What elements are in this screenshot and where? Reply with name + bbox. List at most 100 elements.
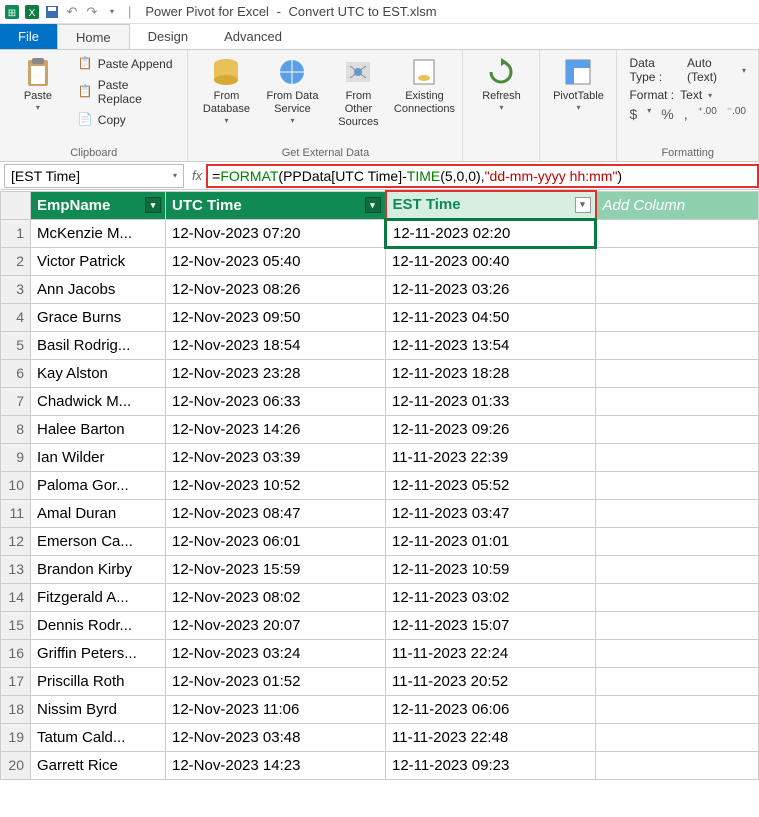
cell-empname[interactable]: Victor Patrick xyxy=(31,247,166,275)
cell-addcolumn[interactable] xyxy=(596,639,759,667)
cell-addcolumn[interactable] xyxy=(596,387,759,415)
table-row[interactable]: 20Garrett Rice12-Nov-2023 14:2312-11-202… xyxy=(1,751,759,779)
row-number[interactable]: 15 xyxy=(1,611,31,639)
save-icon[interactable] xyxy=(44,4,60,20)
cell-empname[interactable]: Fitzgerald A... xyxy=(31,583,166,611)
add-column-button[interactable]: Add Column xyxy=(596,191,759,219)
cell-empname[interactable]: Amal Duran xyxy=(31,499,166,527)
cell-addcolumn[interactable] xyxy=(596,275,759,303)
paste-button[interactable]: Paste ▾ xyxy=(8,54,68,114)
col-header-empname[interactable]: EmpName▾ xyxy=(31,191,166,219)
table-row[interactable]: 6Kay Alston12-Nov-2023 23:2812-11-2023 1… xyxy=(1,359,759,387)
cell-esttime[interactable]: 11-11-2023 20:52 xyxy=(386,667,596,695)
decrease-decimal-button[interactable]: ⁻.00 xyxy=(727,106,746,122)
fx-icon[interactable]: fx xyxy=(188,168,206,183)
cell-esttime[interactable]: 12-11-2023 15:07 xyxy=(386,611,596,639)
cell-esttime[interactable]: 12-11-2023 13:54 xyxy=(386,331,596,359)
cell-empname[interactable]: Tatum Cald... xyxy=(31,723,166,751)
cell-addcolumn[interactable] xyxy=(596,527,759,555)
filter-icon[interactable]: ▾ xyxy=(365,197,381,213)
cell-utctime[interactable]: 12-Nov-2023 06:33 xyxy=(166,387,386,415)
row-number[interactable]: 10 xyxy=(1,471,31,499)
cell-empname[interactable]: McKenzie M... xyxy=(31,219,166,247)
cell-empname[interactable]: Ann Jacobs xyxy=(31,275,166,303)
tab-advanced[interactable]: Advanced xyxy=(206,24,300,49)
filter-icon[interactable]: ▾ xyxy=(145,197,161,213)
cell-addcolumn[interactable] xyxy=(596,695,759,723)
row-number[interactable]: 9 xyxy=(1,443,31,471)
cell-utctime[interactable]: 12-Nov-2023 14:23 xyxy=(166,751,386,779)
table-row[interactable]: 18Nissim Byrd12-Nov-2023 11:0612-11-2023… xyxy=(1,695,759,723)
cell-utctime[interactable]: 12-Nov-2023 08:26 xyxy=(166,275,386,303)
table-row[interactable]: 3Ann Jacobs12-Nov-2023 08:2612-11-2023 0… xyxy=(1,275,759,303)
cell-addcolumn[interactable] xyxy=(596,443,759,471)
cell-addcolumn[interactable] xyxy=(596,219,759,247)
cell-addcolumn[interactable] xyxy=(596,611,759,639)
cell-utctime[interactable]: 12-Nov-2023 01:52 xyxy=(166,667,386,695)
paste-dropdown-icon[interactable]: ▾ xyxy=(36,103,40,112)
name-box[interactable]: [EST Time] ▾ xyxy=(4,164,184,188)
namebox-dropdown-icon[interactable]: ▾ xyxy=(173,171,177,180)
row-number[interactable]: 2 xyxy=(1,247,31,275)
row-number[interactable]: 7 xyxy=(1,387,31,415)
cell-addcolumn[interactable] xyxy=(596,303,759,331)
cell-utctime[interactable]: 12-Nov-2023 03:24 xyxy=(166,639,386,667)
cell-esttime[interactable]: 12-11-2023 09:26 xyxy=(386,415,596,443)
cell-addcolumn[interactable] xyxy=(596,583,759,611)
cell-addcolumn[interactable] xyxy=(596,667,759,695)
table-row[interactable]: 10Paloma Gor...12-Nov-2023 10:5212-11-20… xyxy=(1,471,759,499)
cell-empname[interactable]: Halee Barton xyxy=(31,415,166,443)
paste-replace-button[interactable]: 📋Paste Replace xyxy=(74,76,180,108)
comma-format-button[interactable]: , xyxy=(684,106,688,122)
row-number[interactable]: 1 xyxy=(1,219,31,247)
cell-empname[interactable]: Dennis Rodr... xyxy=(31,611,166,639)
row-number[interactable]: 18 xyxy=(1,695,31,723)
row-number[interactable]: 8 xyxy=(1,415,31,443)
cell-utctime[interactable]: 12-Nov-2023 05:40 xyxy=(166,247,386,275)
cell-empname[interactable]: Griffin Peters... xyxy=(31,639,166,667)
select-all-corner[interactable] xyxy=(1,191,31,219)
cell-esttime[interactable]: 12-11-2023 18:28 xyxy=(386,359,596,387)
row-number[interactable]: 3 xyxy=(1,275,31,303)
row-number[interactable]: 5 xyxy=(1,331,31,359)
tab-file[interactable]: File xyxy=(0,24,57,49)
cell-addcolumn[interactable] xyxy=(596,331,759,359)
cell-esttime[interactable]: 11-11-2023 22:48 xyxy=(386,723,596,751)
cell-esttime[interactable]: 11-11-2023 22:39 xyxy=(386,443,596,471)
from-other-sources-button[interactable]: From Other Sources xyxy=(328,54,388,132)
row-number[interactable]: 12 xyxy=(1,527,31,555)
cell-utctime[interactable]: 12-Nov-2023 10:52 xyxy=(166,471,386,499)
table-row[interactable]: 19Tatum Cald...12-Nov-2023 03:4811-11-20… xyxy=(1,723,759,751)
col-header-utctime[interactable]: UTC Time▾ xyxy=(166,191,386,219)
cell-empname[interactable]: Paloma Gor... xyxy=(31,471,166,499)
filter-icon[interactable]: ▾ xyxy=(575,197,591,213)
table-row[interactable]: 1McKenzie M...12-Nov-2023 07:2012-11-202… xyxy=(1,219,759,247)
cell-addcolumn[interactable] xyxy=(596,471,759,499)
cell-esttime[interactable]: 12-11-2023 01:01 xyxy=(386,527,596,555)
cell-empname[interactable]: Grace Burns xyxy=(31,303,166,331)
cell-utctime[interactable]: 12-Nov-2023 11:06 xyxy=(166,695,386,723)
cell-utctime[interactable]: 12-Nov-2023 06:01 xyxy=(166,527,386,555)
cell-utctime[interactable]: 12-Nov-2023 08:47 xyxy=(166,499,386,527)
cell-empname[interactable]: Ian Wilder xyxy=(31,443,166,471)
cell-utctime[interactable]: 12-Nov-2023 15:59 xyxy=(166,555,386,583)
cell-addcolumn[interactable] xyxy=(596,555,759,583)
cell-esttime[interactable]: 12-11-2023 04:50 xyxy=(386,303,596,331)
cell-addcolumn[interactable] xyxy=(596,499,759,527)
row-number[interactable]: 11 xyxy=(1,499,31,527)
table-row[interactable]: 7Chadwick M...12-Nov-2023 06:3312-11-202… xyxy=(1,387,759,415)
cell-addcolumn[interactable] xyxy=(596,415,759,443)
cell-utctime[interactable]: 12-Nov-2023 03:48 xyxy=(166,723,386,751)
table-row[interactable]: 15Dennis Rodr...12-Nov-2023 20:0712-11-2… xyxy=(1,611,759,639)
row-number[interactable]: 4 xyxy=(1,303,31,331)
col-header-esttime[interactable]: EST Time▾ xyxy=(386,191,596,219)
formula-input[interactable]: =FORMAT(PPData[UTC Time]-TIME(5,0,0),"dd… xyxy=(206,164,759,188)
cell-esttime[interactable]: 12-11-2023 05:52 xyxy=(386,471,596,499)
row-number[interactable]: 17 xyxy=(1,667,31,695)
paste-append-button[interactable]: 📋Paste Append xyxy=(74,54,180,74)
data-grid[interactable]: EmpName▾ UTC Time▾ EST Time▾ Add Column … xyxy=(0,190,759,780)
cell-addcolumn[interactable] xyxy=(596,247,759,275)
cell-addcolumn[interactable] xyxy=(596,751,759,779)
cell-empname[interactable]: Garrett Rice xyxy=(31,751,166,779)
row-number[interactable]: 13 xyxy=(1,555,31,583)
